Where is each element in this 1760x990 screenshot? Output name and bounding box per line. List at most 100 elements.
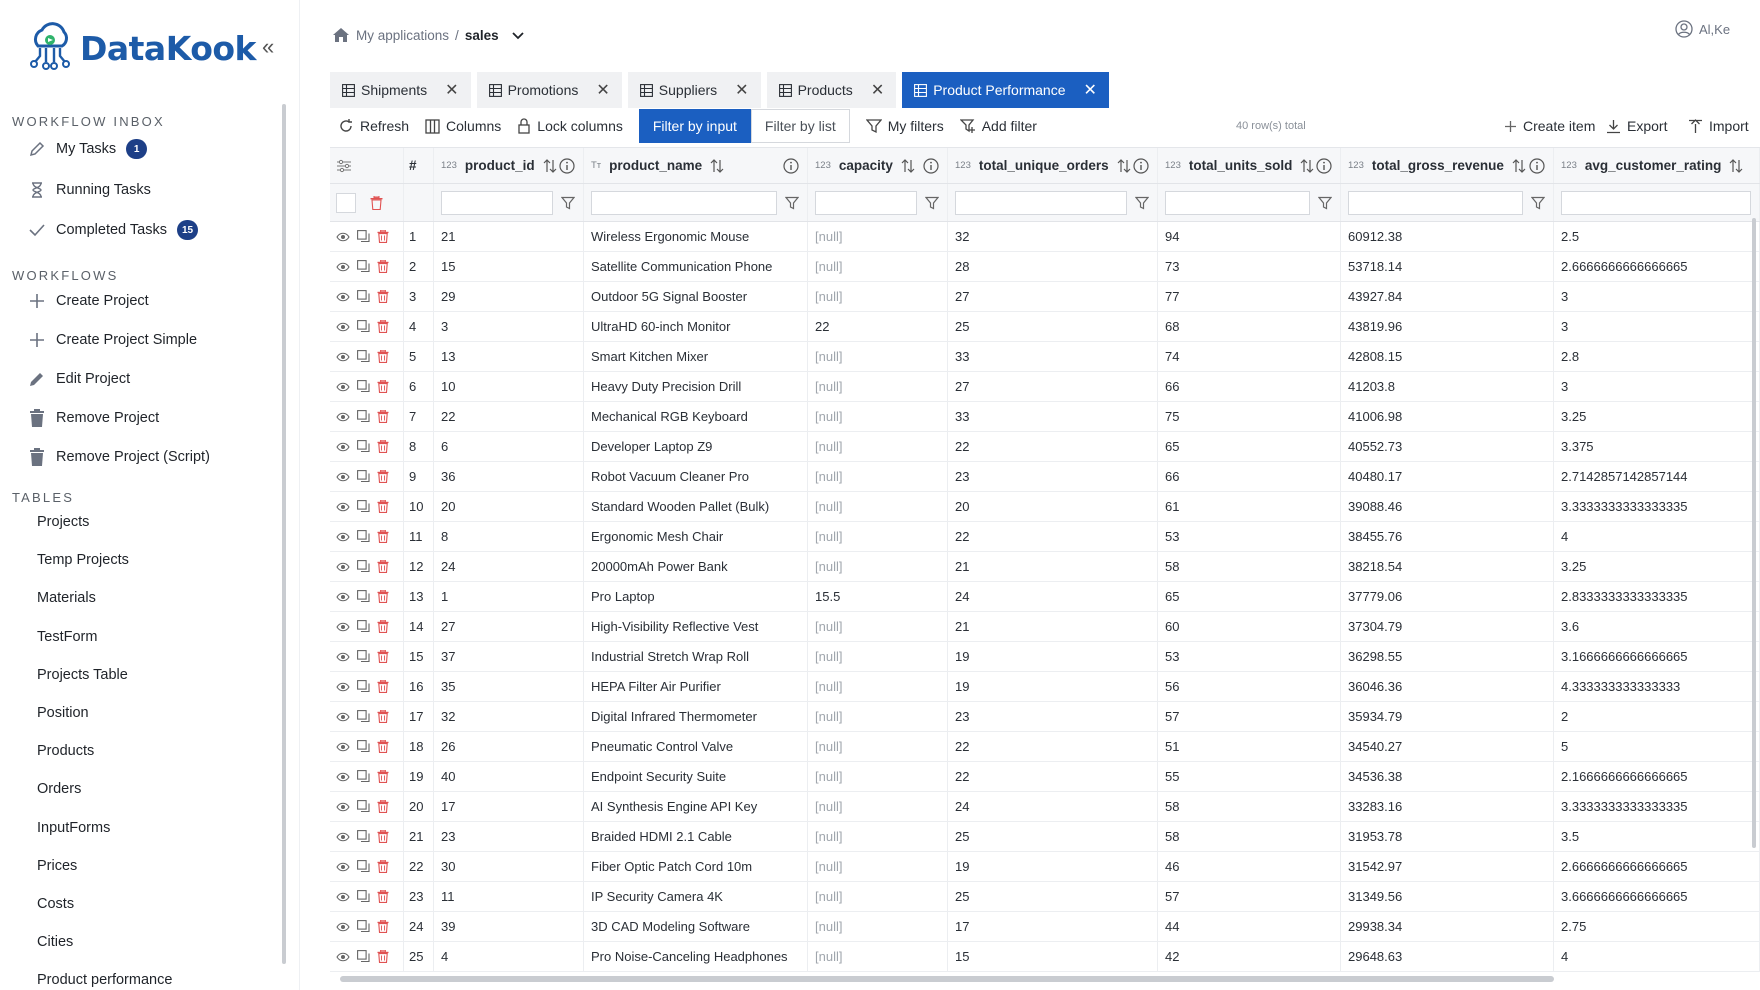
delete-row-icon[interactable] bbox=[377, 920, 389, 933]
cell-product_name[interactable]: UltraHD 60-inch Monitor bbox=[584, 312, 808, 341]
cell-capacity[interactable]: [null] bbox=[808, 702, 948, 731]
chevron-down-icon[interactable] bbox=[511, 28, 525, 42]
column-filter-icon[interactable] bbox=[1318, 196, 1332, 210]
copy-icon[interactable] bbox=[357, 350, 370, 363]
table-row[interactable]: 10 20 Standard Wooden Pallet (Bulk) [null] 2… bbox=[330, 492, 1760, 522]
cell-capacity[interactable]: [null] bbox=[808, 432, 948, 461]
view-icon[interactable] bbox=[336, 651, 350, 663]
cell-total_unique_orders[interactable]: 25 bbox=[948, 822, 1158, 851]
cell-avg_customer_rating[interactable]: 2.8333333333333335 bbox=[1554, 582, 1760, 611]
cell-capacity[interactable]: [null] bbox=[808, 402, 948, 431]
lock-columns-button[interactable]: Lock columns bbox=[509, 109, 631, 143]
copy-icon[interactable] bbox=[357, 860, 370, 873]
view-icon[interactable] bbox=[336, 351, 350, 363]
cell-total_units_sold[interactable]: 58 bbox=[1158, 822, 1341, 851]
table-row[interactable]: 8 6 Developer Laptop Z9 [null] 22 65 40552.73 3… bbox=[330, 432, 1760, 462]
delete-selected-icon[interactable] bbox=[370, 195, 383, 210]
cell-total_gross_revenue[interactable]: 53718.14 bbox=[1341, 252, 1554, 281]
cell-no[interactable]: 1 bbox=[404, 222, 434, 251]
cell-total_gross_revenue[interactable]: 37304.79 bbox=[1341, 612, 1554, 641]
cell-no[interactable]: 8 bbox=[404, 432, 434, 461]
copy-icon[interactable] bbox=[357, 260, 370, 273]
cell-total_gross_revenue[interactable]: 34540.27 bbox=[1341, 732, 1554, 761]
cell-total_gross_revenue[interactable]: 38218.54 bbox=[1341, 552, 1554, 581]
sidebar-table-item[interactable]: Orders bbox=[37, 781, 81, 797]
sidebar-table-item[interactable]: TestForm bbox=[37, 629, 97, 645]
cell-no[interactable]: 19 bbox=[404, 762, 434, 791]
cell-capacity[interactable]: [null] bbox=[808, 642, 948, 671]
cell-total_units_sold[interactable]: 65 bbox=[1158, 432, 1341, 461]
cell-product_id[interactable]: 29 bbox=[434, 282, 584, 311]
cell-total_units_sold[interactable]: 57 bbox=[1158, 882, 1341, 911]
column-header-total_unique_orders[interactable]: 123 total_unique_orders bbox=[948, 148, 1158, 183]
refresh-button[interactable]: Refresh bbox=[330, 109, 417, 143]
view-icon[interactable] bbox=[336, 501, 350, 513]
cell-total_gross_revenue[interactable]: 35934.79 bbox=[1341, 702, 1554, 731]
cell-product_id[interactable]: 4 bbox=[434, 942, 584, 971]
breadcrumb-current[interactable]: sales bbox=[465, 28, 499, 43]
cell-product_name[interactable]: Pneumatic Control Valve bbox=[584, 732, 808, 761]
cell-total_unique_orders[interactable]: 24 bbox=[948, 582, 1158, 611]
cell-product_id[interactable]: 32 bbox=[434, 702, 584, 731]
cell-total_gross_revenue[interactable]: 29938.34 bbox=[1341, 912, 1554, 941]
copy-icon[interactable] bbox=[357, 710, 370, 723]
cell-no[interactable]: 5 bbox=[404, 342, 434, 371]
view-icon[interactable] bbox=[336, 471, 350, 483]
copy-icon[interactable] bbox=[357, 290, 370, 303]
cell-no[interactable]: 11 bbox=[404, 522, 434, 551]
cell-total_unique_orders[interactable]: 20 bbox=[948, 492, 1158, 521]
filter-by-input-button[interactable]: Filter by input bbox=[638, 109, 751, 143]
delete-row-icon[interactable] bbox=[377, 590, 389, 603]
cell-avg_customer_rating[interactable]: 3.3333333333333335 bbox=[1554, 492, 1760, 521]
table-row[interactable]: 21 23 Braided HDMI 2.1 Cable [null] 25 58 3195… bbox=[330, 822, 1760, 852]
filter-input-product_id[interactable] bbox=[441, 190, 553, 215]
cell-avg_customer_rating[interactable]: 2.7142857142857144 bbox=[1554, 462, 1760, 491]
view-icon[interactable] bbox=[336, 861, 350, 873]
cell-total_gross_revenue[interactable]: 33283.16 bbox=[1341, 792, 1554, 821]
column-header-total_gross_revenue[interactable]: 123 total_gross_revenue bbox=[1341, 148, 1554, 183]
export-button[interactable]: Export bbox=[1598, 109, 1675, 143]
sidebar-item-remove-project-script[interactable]: Remove Project (Script) bbox=[26, 442, 210, 472]
tab-products[interactable]: Products ✕ bbox=[766, 72, 897, 108]
cell-product_name[interactable]: Wireless Ergonomic Mouse bbox=[584, 222, 808, 251]
cell-total_units_sold[interactable]: 73 bbox=[1158, 252, 1341, 281]
sidebar-table-item[interactable]: Projects bbox=[37, 514, 89, 530]
copy-icon[interactable] bbox=[357, 440, 370, 453]
column-filter-icon[interactable] bbox=[1531, 196, 1545, 210]
cell-total_unique_orders[interactable]: 27 bbox=[948, 282, 1158, 311]
cell-total_gross_revenue[interactable]: 37779.06 bbox=[1341, 582, 1554, 611]
sort-icon[interactable] bbox=[1729, 158, 1743, 173]
view-icon[interactable] bbox=[336, 921, 350, 933]
cell-avg_customer_rating[interactable]: 3.5 bbox=[1554, 822, 1760, 851]
cell-no[interactable]: 20 bbox=[404, 792, 434, 821]
copy-icon[interactable] bbox=[357, 920, 370, 933]
cell-total_unique_orders[interactable]: 19 bbox=[948, 852, 1158, 881]
sort-icon[interactable] bbox=[1300, 158, 1314, 173]
cell-no[interactable]: 9 bbox=[404, 462, 434, 491]
table-row[interactable]: 25 4 Pro Noise-Canceling Headphones [null] 1… bbox=[330, 942, 1760, 972]
table-row[interactable]: 13 1 Pro Laptop 15.5 24 65 37779.06 2.833333333… bbox=[330, 582, 1760, 612]
cell-no[interactable]: 16 bbox=[404, 672, 434, 701]
copy-icon[interactable] bbox=[357, 320, 370, 333]
sidebar-item-create-project-simple[interactable]: Create Project Simple bbox=[26, 325, 197, 355]
table-row[interactable]: 11 8 Ergonomic Mesh Chair [null] 22 53 38455.7… bbox=[330, 522, 1760, 552]
info-icon[interactable] bbox=[1529, 157, 1545, 174]
cell-total_gross_revenue[interactable]: 40552.73 bbox=[1341, 432, 1554, 461]
cell-total_units_sold[interactable]: 94 bbox=[1158, 222, 1341, 251]
delete-row-icon[interactable] bbox=[377, 800, 389, 813]
cell-total_units_sold[interactable]: 77 bbox=[1158, 282, 1341, 311]
table-row[interactable]: 23 11 IP Security Camera 4K [null] 25 57 31349… bbox=[330, 882, 1760, 912]
info-icon[interactable] bbox=[559, 157, 575, 174]
delete-row-icon[interactable] bbox=[377, 620, 389, 633]
cell-total_gross_revenue[interactable]: 60912.38 bbox=[1341, 222, 1554, 251]
view-icon[interactable] bbox=[336, 531, 350, 543]
column-header-product_id[interactable]: 123 product_id bbox=[434, 148, 584, 183]
cell-no[interactable]: 22 bbox=[404, 852, 434, 881]
view-icon[interactable] bbox=[336, 321, 350, 333]
cell-product_name[interactable]: Satellite Communication Phone bbox=[584, 252, 808, 281]
copy-icon[interactable] bbox=[357, 590, 370, 603]
cell-product_id[interactable]: 22 bbox=[434, 402, 584, 431]
delete-row-icon[interactable] bbox=[377, 500, 389, 513]
delete-row-icon[interactable] bbox=[377, 830, 389, 843]
cell-product_name[interactable]: Digital Infrared Thermometer bbox=[584, 702, 808, 731]
